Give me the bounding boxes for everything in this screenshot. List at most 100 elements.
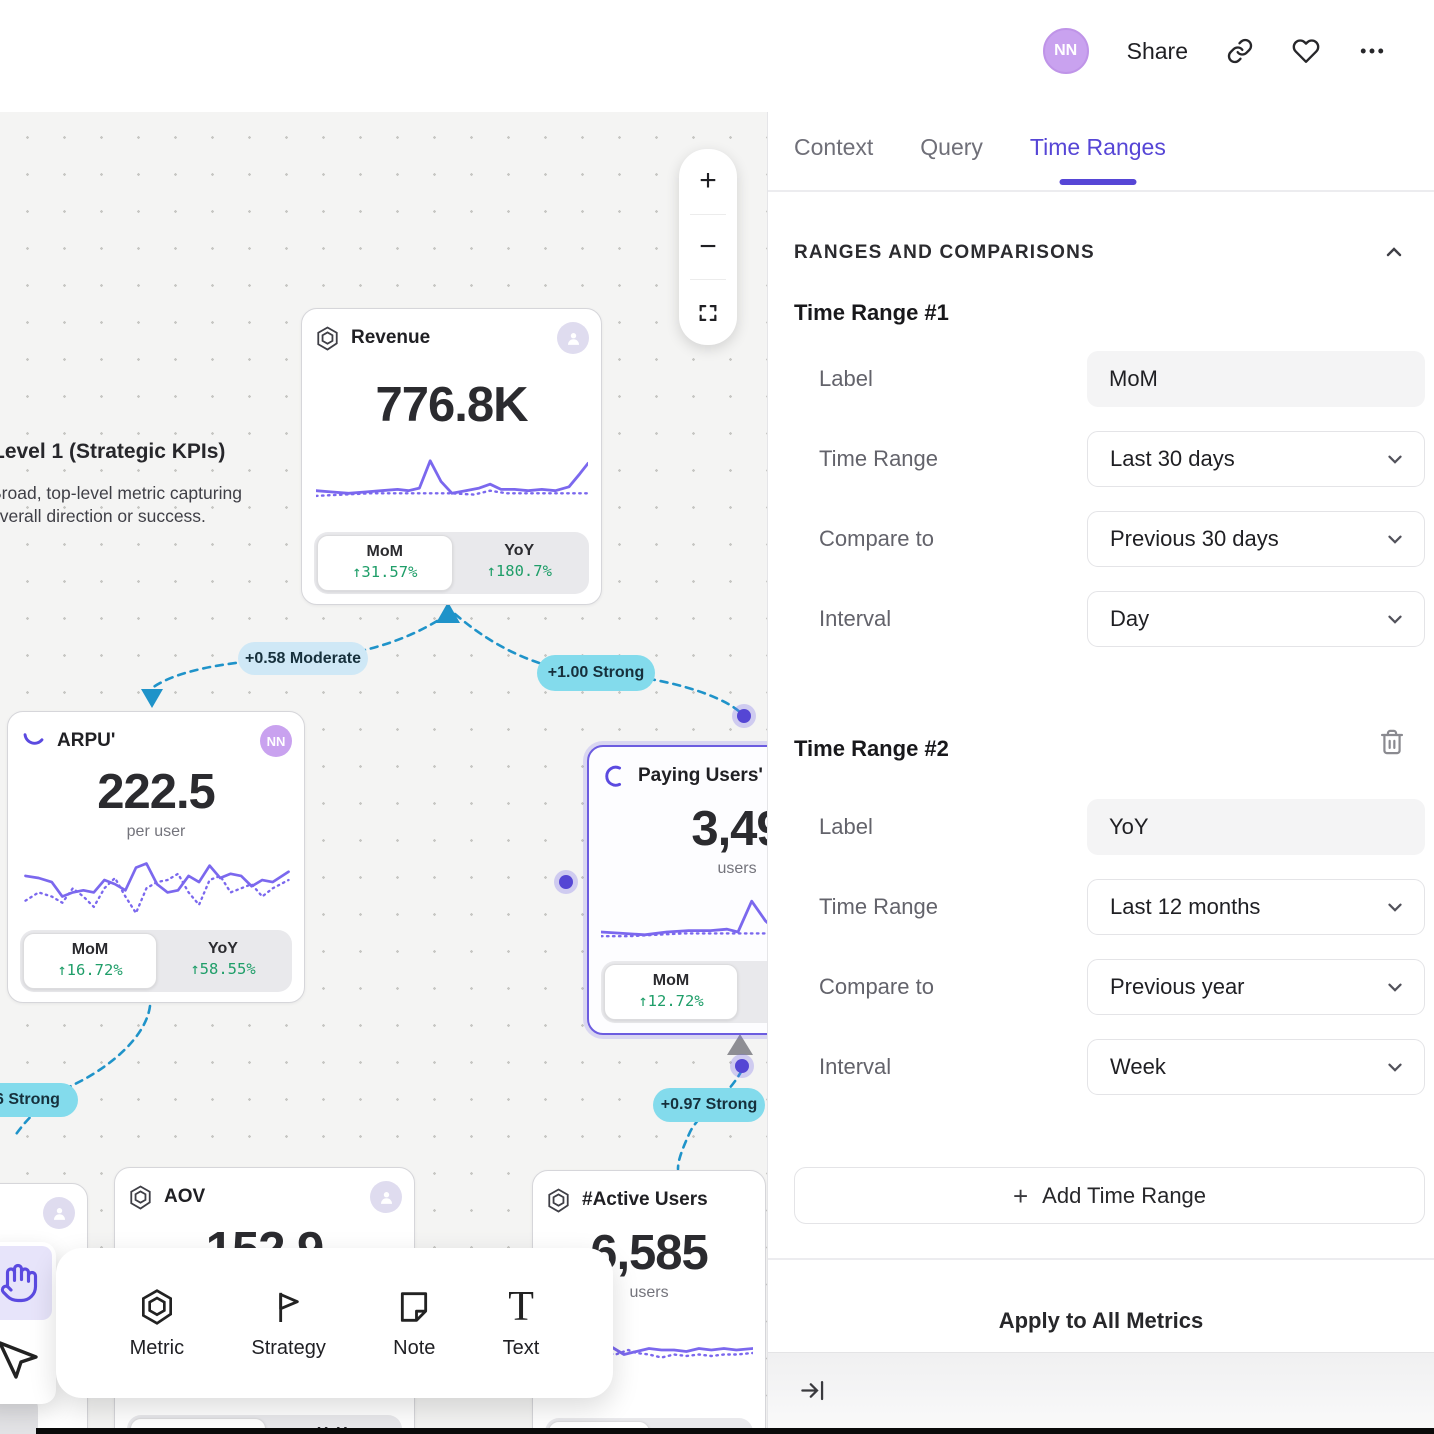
metric-value: 3,49 [601,804,767,855]
favorite-heart-icon[interactable] [1292,37,1320,65]
section-title: RANGES AND COMPARISONS [794,242,1095,264]
tab-time-ranges[interactable]: Time Ranges [1030,134,1166,185]
add-metric-button[interactable]: Metric [130,1287,184,1360]
label-input[interactable]: YoY [1087,799,1425,855]
sparkline-chart [20,847,294,930]
metric-hexagon-icon [545,1187,572,1214]
connection-handle-dot[interactable] [732,704,756,728]
tool-palette [0,1242,56,1404]
correlation-label-strong: 66 Strong [0,1083,78,1117]
hand-tool-button[interactable] [0,1246,52,1320]
tab-query[interactable]: Query [920,134,983,185]
connection-handle-dot[interactable] [730,1054,754,1078]
collapse-panel-icon[interactable] [799,1377,826,1404]
arrowhead-into-arpu [141,689,163,708]
field-row-interval-1: Interval Day [768,591,1434,647]
metric-hexagon-icon [127,1184,154,1211]
metric-arc-icon [20,728,47,755]
interval-select[interactable]: Week [1087,1039,1425,1095]
note-icon [394,1287,434,1327]
card-title: #Active Users [582,1189,708,1211]
edge-arpu-offscreen [14,1006,150,1137]
metric-unit: per user [20,823,292,841]
chip-yoy[interactable]: YoY ↑58.55% [157,933,289,989]
cursor-icon [0,1337,42,1385]
chip-mom[interactable]: MoM ↑31.57% [317,535,453,591]
tab-context[interactable]: Context [794,134,873,185]
fit-view-button[interactable] [679,280,737,345]
add-text-button[interactable]: T Text [503,1287,540,1360]
panel-footer [768,1352,1434,1434]
chevron-down-icon [1384,896,1406,918]
zoom-in-button[interactable]: + [679,149,737,214]
correlation-label-strong: +0.97 Strong [653,1088,765,1122]
chip-yoy[interactable]: YoY ↑180.7% [453,535,587,591]
delta-value: ↑180.7% [455,561,585,582]
chevron-down-icon [1384,448,1406,470]
metric-value: 222.5 [20,767,292,818]
field-row-label-1: Label MoM [768,351,1434,407]
metric-card-paying-users[interactable]: Paying Users' 3,49 users MoM ↑12.72% [587,745,767,1035]
user-avatar[interactable]: NN [1043,28,1089,74]
text-icon: T [508,1287,534,1327]
field-row-interval-2: Interval Week [768,1039,1434,1095]
add-note-button[interactable]: Note [393,1287,435,1360]
sparkline-chart [316,453,588,505]
plus-icon: + [1013,1183,1028,1209]
add-strategy-button[interactable]: Strategy [251,1287,325,1360]
panel-tabs: Context Query Time Ranges [794,134,1166,185]
time-range-select[interactable]: Last 30 days [1087,431,1425,487]
time-range-chips: MoM ↑16.72% YoY ↑58.55% [20,930,292,992]
metric-tree-canvas[interactable]: Level 1 (Strategic KPIs) Broad, top-leve… [0,112,767,1434]
collapse-section-chevron-icon[interactable] [1382,240,1406,264]
delete-time-range-trash-icon[interactable] [1378,728,1406,756]
card-title: AOV [164,1186,205,1208]
field-row-time-range-1: Time Range Last 30 days [768,431,1434,487]
time-range-1-heading: Time Range #1 [794,300,949,326]
fullscreen-icon [697,302,719,324]
time-range-chips: MoM ↑31.57% YoY ↑180.7% [314,532,589,594]
time-range-chips: MoM ↑12.72% [601,961,767,1023]
metric-unit: users [601,860,767,878]
field-row-time-range-2: Time Range Last 12 months [768,879,1434,935]
chip-mom[interactable]: MoM ↑12.72% [604,964,738,1020]
share-button[interactable]: Share [1127,38,1188,65]
flag-icon [269,1287,309,1327]
add-time-range-button[interactable]: + Add Time Range [794,1167,1425,1224]
metric-crescent-icon [601,763,628,790]
chevron-down-icon [1384,608,1406,630]
panel-divider [768,1258,1434,1260]
screen-bottom-edge [36,1428,1434,1434]
correlation-label-strong: +1.00 Strong [537,655,655,691]
delta-value: ↑31.57% [320,562,450,583]
link-icon[interactable] [1226,37,1254,65]
more-options-icon[interactable] [1358,37,1386,65]
user-icon [377,1188,396,1207]
card-title: Paying Users' [638,765,763,787]
chevron-down-icon [1384,976,1406,998]
time-range-select[interactable]: Last 12 months [1087,879,1425,935]
metric-hexagon-icon [137,1287,177,1327]
canvas-node-toolbar: Metric Strategy Note T Text [56,1248,613,1398]
correlation-label-moderate: +0.58 Moderate [238,642,368,675]
canvas-zoom-controls: + − [679,149,737,345]
compare-to-select[interactable]: Previous year [1087,959,1425,1015]
label-input[interactable]: MoM [1087,351,1425,407]
chip-yoy[interactable] [738,964,767,1020]
connection-handle-dot[interactable] [554,870,578,894]
apply-to-all-metrics-button[interactable]: Apply to All Metrics [768,1308,1434,1334]
field-row-compare-1: Compare to Previous 30 days [768,511,1434,567]
field-row-compare-2: Compare to Previous year [768,959,1434,1015]
owner-avatar: NN [260,725,292,757]
time-range-2-heading: Time Range #2 [794,736,949,762]
metric-card-revenue[interactable]: Revenue 776.8K MoM ↑31.57% YoY ↑180.7% [301,308,602,605]
interval-select[interactable]: Day [1087,591,1425,647]
compare-to-select[interactable]: Previous 30 days [1087,511,1425,567]
arrowhead-into-revenue [436,602,460,623]
owner-avatar [43,1197,75,1229]
zoom-out-button[interactable]: − [679,215,737,280]
metric-card-arpu[interactable]: ARPU' NN 222.5 per user MoM ↑16.72% YoY … [7,711,305,1003]
chip-mom[interactable]: MoM ↑16.72% [23,933,157,989]
sparkline-chart [601,890,767,946]
select-tool-button[interactable] [0,1324,52,1398]
